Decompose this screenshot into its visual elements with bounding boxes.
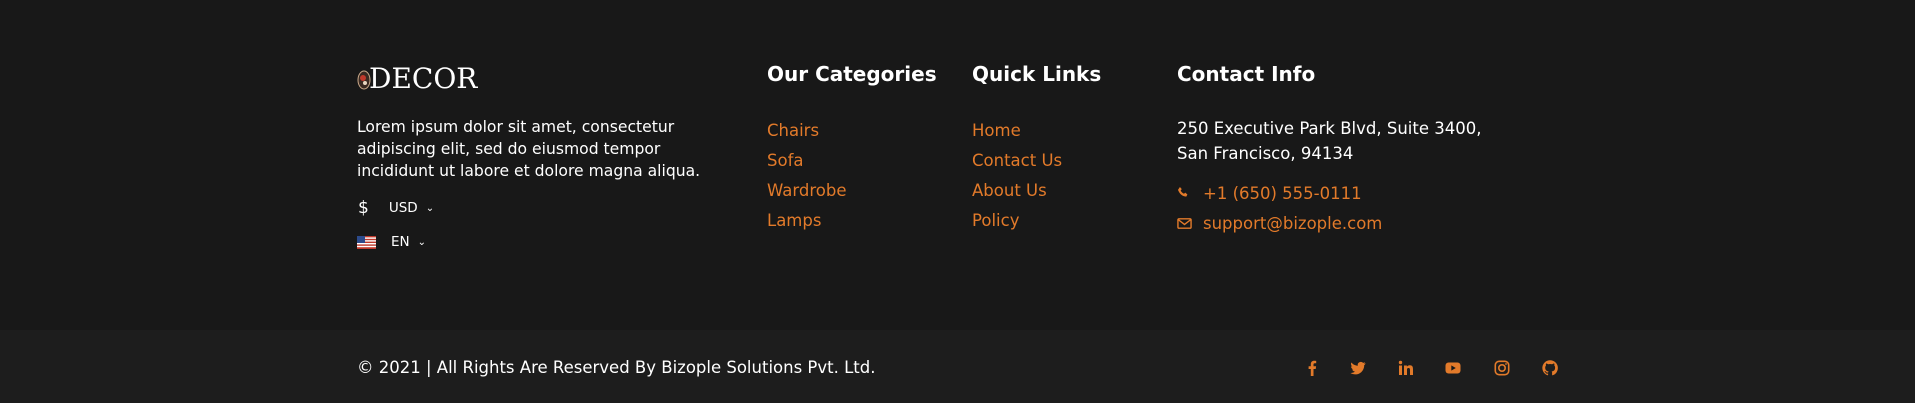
- category-link-wardrobe[interactable]: Wardrobe: [767, 180, 846, 210]
- email-link[interactable]: support@bizople.com: [1177, 214, 1382, 233]
- category-link-sofa[interactable]: Sofa: [767, 150, 846, 180]
- quick-links-list: Home Contact Us About Us Policy: [972, 120, 1062, 240]
- about-text: Lorem ipsum dolor sit amet, consectetur …: [357, 118, 701, 180]
- email-address: support@bizople.com: [1203, 214, 1383, 233]
- copyright-text: © 2021 | All Rights Are Reserved By Bizo…: [357, 358, 876, 377]
- quick-link-home[interactable]: Home: [972, 120, 1062, 150]
- instagram-icon[interactable]: [1493, 359, 1511, 377]
- address-line-2: San Francisco, 94134: [1177, 144, 1354, 163]
- category-link-lamps[interactable]: Lamps: [767, 210, 846, 240]
- twitter-icon[interactable]: [1349, 359, 1367, 377]
- youtube-icon[interactable]: [1444, 359, 1462, 377]
- us-flag-icon: [357, 235, 376, 249]
- quick-link-contact-us[interactable]: Contact Us: [972, 150, 1062, 180]
- brand-logo[interactable]: DECOR: [357, 64, 477, 94]
- currency-value: USD: [388, 200, 418, 216]
- github-icon[interactable]: [1541, 359, 1559, 377]
- quick-links-heading: Quick Links: [972, 62, 1102, 86]
- language-selector[interactable]: EN ⌄: [357, 234, 426, 250]
- phone-number: +1 (650) 555-0111: [1203, 184, 1362, 203]
- chevron-down-icon: ⌄: [417, 236, 427, 248]
- contact-heading: Contact Info: [1177, 62, 1316, 86]
- quick-link-policy[interactable]: Policy: [972, 210, 1062, 240]
- category-link-chairs[interactable]: Chairs: [767, 120, 846, 150]
- phone-icon: [1177, 186, 1192, 201]
- currency-selector[interactable]: $ USD ⌄: [358, 198, 434, 218]
- categories-heading: Our Categories: [767, 62, 937, 86]
- address-line-1: 250 Executive Park Blvd, Suite 3400,: [1177, 119, 1482, 138]
- language-value: EN: [391, 234, 410, 250]
- logo-text: DECOR: [369, 62, 478, 95]
- facebook-icon[interactable]: [1303, 359, 1321, 377]
- contact-address: 250 Executive Park Blvd, Suite 3400, San…: [1177, 116, 1497, 166]
- linkedin-icon[interactable]: [1397, 359, 1415, 377]
- chevron-down-icon: ⌄: [425, 202, 435, 214]
- dollar-icon: $: [358, 198, 369, 218]
- envelope-icon: [1177, 216, 1192, 231]
- phone-link[interactable]: +1 (650) 555-0111: [1177, 184, 1362, 203]
- footer-main: [0, 0, 1915, 330]
- categories-list: Chairs Sofa Wardrobe Lamps: [767, 120, 846, 240]
- quick-link-about-us[interactable]: About Us: [972, 180, 1062, 210]
- footer-bottom-bar: [0, 330, 1915, 403]
